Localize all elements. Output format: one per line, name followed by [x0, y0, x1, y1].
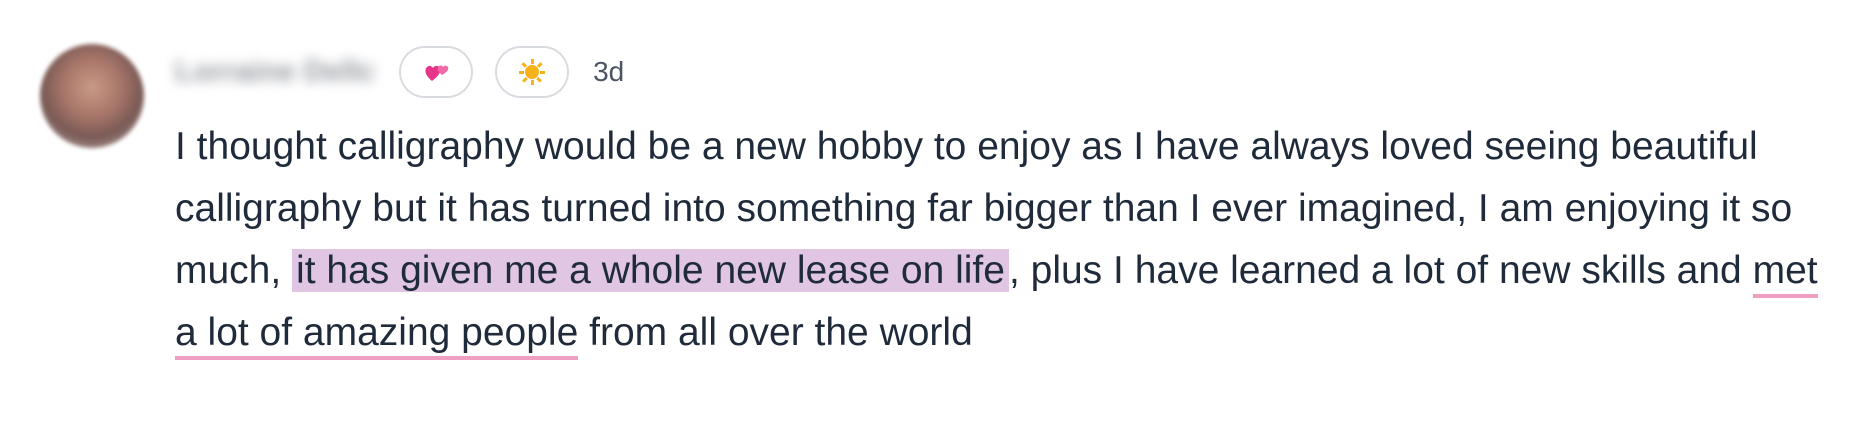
highlighted-text[interactable]: it has given me a whole new lease on lif…: [292, 249, 1009, 292]
comment-text-part3: from all over the world: [589, 311, 973, 354]
avatar[interactable]: [40, 44, 144, 148]
reaction-hearts-button[interactable]: [399, 46, 474, 98]
reaction-sun-button[interactable]: [495, 46, 570, 98]
sun-icon: [513, 53, 551, 91]
comment-body: I thought calligraphy would be a new hob…: [175, 116, 1835, 364]
timestamp: 3d: [593, 56, 625, 87]
comment: Lorraine Dellc 3d I thought calligraphy …: [0, 0, 1852, 442]
author-name[interactable]: Lorraine Dellc: [175, 55, 375, 89]
two-hearts-icon: [423, 61, 449, 83]
comment-header: Lorraine Dellc 3d: [175, 44, 624, 100]
comment-text-part2: , plus I have learned a lot of new skill…: [1008, 249, 1742, 292]
